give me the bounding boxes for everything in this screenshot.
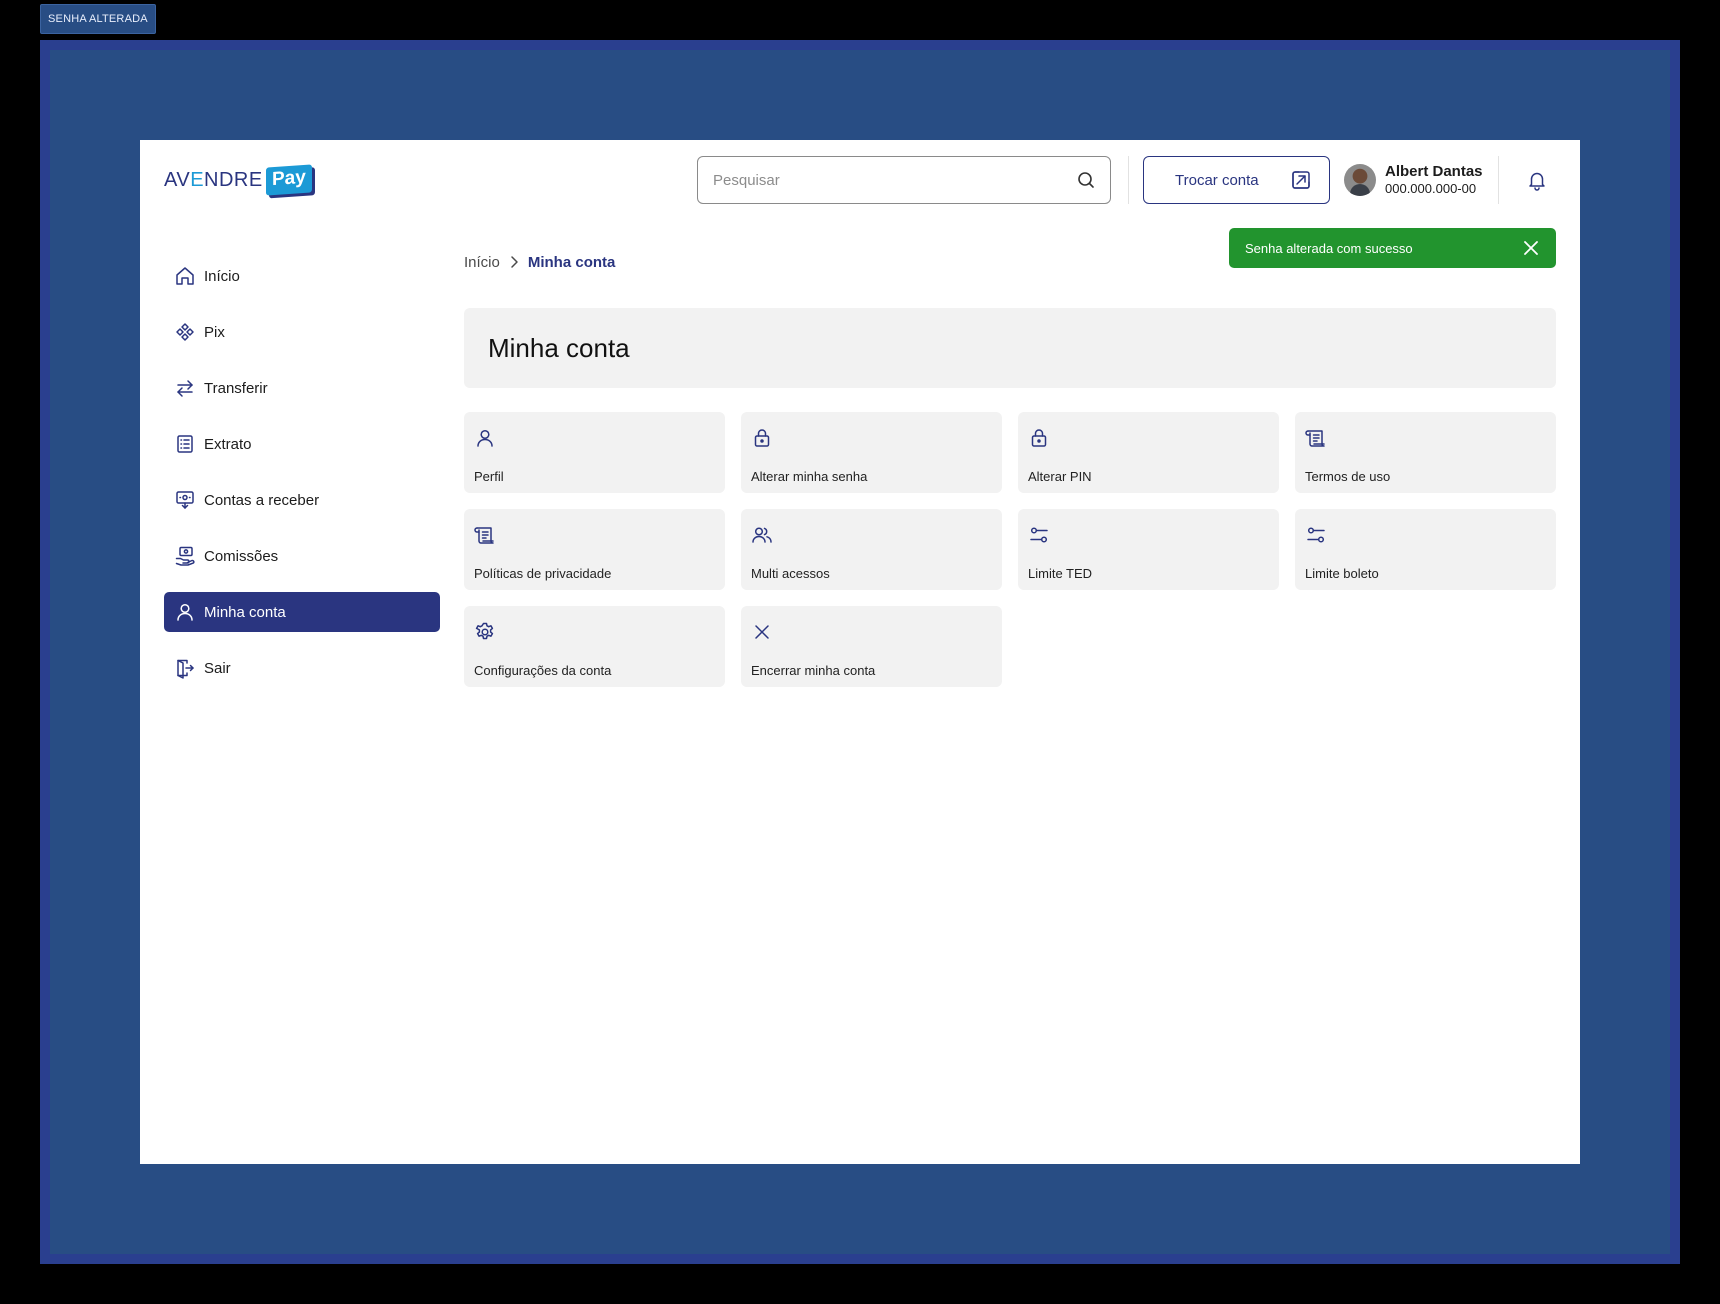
option-label: Multi acessos <box>751 566 830 581</box>
option-label: Limite boleto <box>1305 566 1379 581</box>
option-limite-ted[interactable]: Limite TED <box>1018 509 1279 590</box>
sidebar-item-extrato[interactable]: Extrato <box>164 424 440 464</box>
logo-wordmark: AVENDRE <box>164 168 263 191</box>
sidebar-item-minha-conta[interactable]: Minha conta <box>164 592 440 632</box>
bell-icon[interactable] <box>1526 169 1548 191</box>
user-icon <box>174 601 196 623</box>
user-profile[interactable]: Albert Dantas 000.000.000-00 <box>1344 162 1483 198</box>
sidebar-item-transferir[interactable]: Transferir <box>164 368 440 408</box>
sidebar-item-label: Transferir <box>204 379 268 397</box>
user-name: Albert Dantas <box>1385 163 1483 180</box>
transfer-arrows-icon <box>174 377 196 399</box>
gear-icon <box>474 621 496 643</box>
search-input[interactable] <box>713 171 1076 189</box>
option-label: Termos de uso <box>1305 469 1391 484</box>
option-label: Políticas de privacidade <box>474 566 612 581</box>
breadcrumb-current: Minha conta <box>527 253 616 271</box>
option-configuracoes-conta[interactable]: Configurações da conta <box>464 606 725 687</box>
sidebar-item-label: Comissões <box>204 547 279 565</box>
pix-icon <box>174 321 196 343</box>
frame-label: SENHA ALTERADA <box>40 4 156 34</box>
sliders-icon <box>1028 524 1050 546</box>
option-label: Perfil <box>474 469 504 484</box>
option-politicas-privacidade[interactable]: Políticas de privacidade <box>464 509 725 590</box>
statement-icon <box>174 433 196 455</box>
account-options-grid: Perfil Alterar minha senha Alterar PIN T… <box>464 412 1556 687</box>
header-divider <box>1128 156 1129 204</box>
switch-account-button[interactable]: Trocar conta <box>1143 156 1330 204</box>
receivables-icon <box>174 489 196 511</box>
user-document: 000.000.000-00 <box>1385 181 1477 196</box>
logo-pay-badge: Pay <box>265 164 312 196</box>
option-alterar-senha[interactable]: Alterar minha senha <box>741 412 1002 493</box>
option-limite-boleto[interactable]: Limite boleto <box>1295 509 1556 590</box>
sidebar-item-label: Extrato <box>204 435 252 453</box>
sidebar-item-contas-a-receber[interactable]: Contas a receber <box>164 480 440 520</box>
sidebar-item-label: Contas a receber <box>204 491 320 509</box>
users-icon <box>751 524 773 546</box>
success-toast: Senha alterada com sucesso <box>1229 228 1556 268</box>
search-icon[interactable] <box>1076 170 1096 190</box>
commission-icon <box>174 545 196 567</box>
user-icon <box>474 427 496 449</box>
logo[interactable]: AVENDRE Pay <box>164 162 312 198</box>
sidebar-item-label: Sair <box>204 659 231 677</box>
sliders-icon <box>1305 524 1327 546</box>
chevron-right-icon <box>506 254 522 270</box>
breadcrumb: Início Minha conta <box>464 252 615 272</box>
close-icon <box>751 621 773 643</box>
option-label: Limite TED <box>1028 566 1093 581</box>
scroll-icon <box>1305 427 1327 449</box>
avatar <box>1344 164 1376 196</box>
search-box <box>697 156 1111 204</box>
lock-icon <box>751 427 773 449</box>
option-perfil[interactable]: Perfil <box>464 412 725 493</box>
scroll-icon <box>474 524 496 546</box>
sidebar-item-inicio[interactable]: Início <box>164 256 440 296</box>
option-label: Configurações da conta <box>474 663 612 678</box>
sidebar-item-label: Minha conta <box>204 603 286 621</box>
sidebar-item-sair[interactable]: Sair <box>164 648 440 688</box>
logout-icon <box>174 657 196 679</box>
external-arrow-icon <box>1290 169 1312 191</box>
option-encerrar-conta[interactable]: Encerrar minha conta <box>741 606 1002 687</box>
switch-account-label: Trocar conta <box>1175 171 1259 189</box>
close-icon[interactable] <box>1522 239 1540 257</box>
sidebar: Início Pix Transferir Extrato Contas a r… <box>164 256 440 704</box>
home-icon <box>174 265 196 287</box>
option-termos-de-uso[interactable]: Termos de uso <box>1295 412 1556 493</box>
sidebar-item-label: Pix <box>204 323 225 341</box>
sidebar-item-label: Início <box>204 267 240 285</box>
lock-icon <box>1028 427 1050 449</box>
option-label: Alterar PIN <box>1028 469 1092 484</box>
toast-message: Senha alterada com sucesso <box>1245 240 1413 256</box>
option-label: Alterar minha senha <box>751 469 868 484</box>
breadcrumb-home-link[interactable]: Início <box>464 254 500 271</box>
header-divider-2 <box>1498 156 1499 204</box>
page-title: Minha conta <box>488 332 630 363</box>
option-alterar-pin[interactable]: Alterar PIN <box>1018 412 1279 493</box>
option-multi-acessos[interactable]: Multi acessos <box>741 509 1002 590</box>
option-label: Encerrar minha conta <box>751 663 876 678</box>
app-window: AVENDRE Pay Trocar conta Albert Dantas 0… <box>140 140 1580 1164</box>
page-title-card: Minha conta <box>464 308 1556 388</box>
sidebar-item-comissoes[interactable]: Comissões <box>164 536 440 576</box>
sidebar-item-pix[interactable]: Pix <box>164 312 440 352</box>
